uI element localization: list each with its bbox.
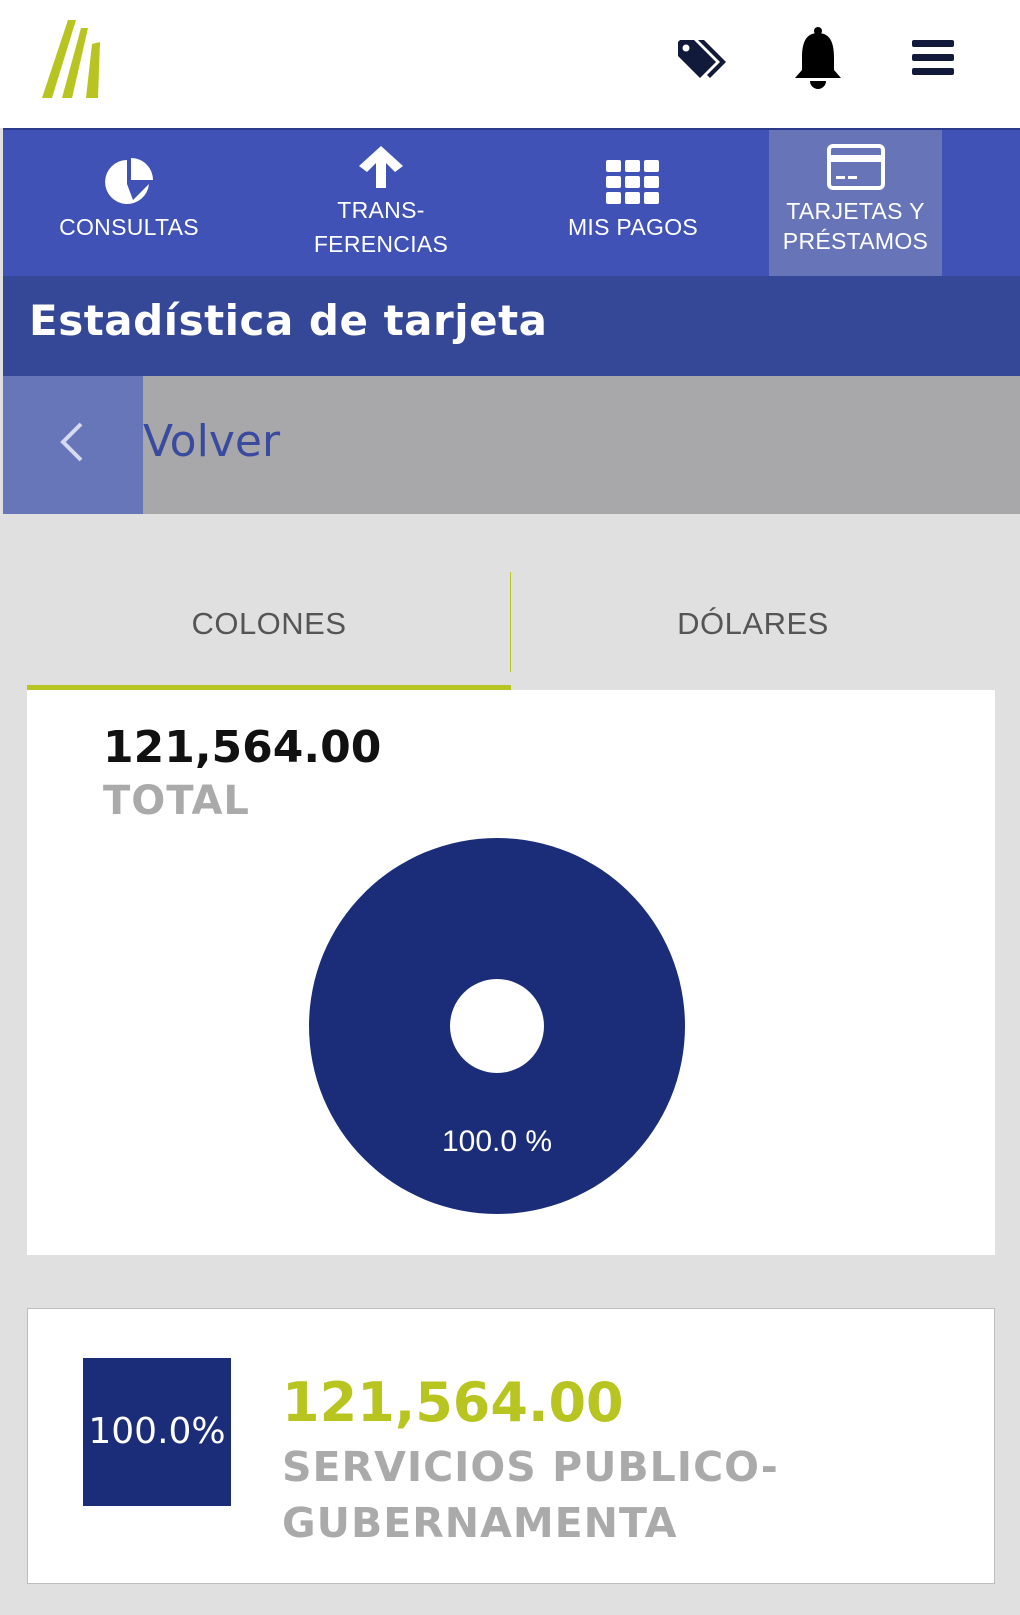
- nav-item-transferencias[interactable]: TRANS- FERENCIAS: [255, 130, 507, 278]
- donut-chart: 100.0 %: [309, 838, 685, 1214]
- nav-label-line1: TARJETAS Y: [786, 198, 925, 224]
- legend-category-name: SERVICIOS PUBLICO-GUBERNAMENTA: [282, 1443, 779, 1547]
- nav-label-line2: FERENCIAS: [313, 231, 449, 257]
- tags-icon[interactable]: [676, 36, 730, 82]
- legend-percent-swatch: 100.0%: [83, 1358, 231, 1506]
- grid-icon: [606, 160, 659, 204]
- menu-icon[interactable]: [912, 40, 954, 76]
- currency-tabs: COLONES DÓLARES: [27, 572, 995, 690]
- page-title-bar: Estadística de tarjeta: [3, 276, 1020, 376]
- bank-logo[interactable]: [38, 14, 118, 104]
- back-button[interactable]: [3, 376, 143, 514]
- chart-card: 121,564.00 TOTAL 100.0 %: [27, 690, 995, 1255]
- main-nav: CONSULTAS TRANS- FERENCIAS MIS PAGOS TAR…: [3, 128, 1020, 278]
- nav-item-tarjetas-prestamos[interactable]: TARJETAS Y PRÉSTAMOS: [769, 130, 942, 278]
- chevron-left-icon: [60, 422, 83, 462]
- slice-label: 100.0 %: [442, 1125, 552, 1158]
- back-bar: Volver: [3, 376, 1020, 514]
- arrow-up-icon: [359, 146, 403, 188]
- bell-icon[interactable]: [792, 26, 844, 90]
- nav-label: MIS PAGOS: [567, 214, 699, 240]
- nav-item-mis-pagos[interactable]: MIS PAGOS: [507, 130, 759, 278]
- donut-hole: [450, 979, 544, 1073]
- page-title: Estadística de tarjeta: [29, 296, 548, 345]
- tab-colones[interactable]: COLONES: [27, 572, 511, 690]
- tab-dolares[interactable]: DÓLARES: [511, 572, 995, 690]
- nav-label: CONSULTAS: [59, 214, 199, 240]
- nav-label-line2: PRÉSTAMOS: [782, 228, 929, 254]
- nav-item-consultas[interactable]: CONSULTAS: [3, 130, 255, 278]
- nav-label-line1: TRANS-: [337, 197, 425, 223]
- credit-card-icon: [826, 144, 885, 190]
- back-label[interactable]: Volver: [143, 416, 280, 467]
- pie-chart-icon: [105, 158, 153, 204]
- legend-amount: 121,564.00: [282, 1371, 624, 1434]
- legend-card[interactable]: 100.0% 121,564.00 SERVICIOS PUBLICO-GUBE…: [27, 1308, 995, 1584]
- app-header: [0, 0, 1020, 128]
